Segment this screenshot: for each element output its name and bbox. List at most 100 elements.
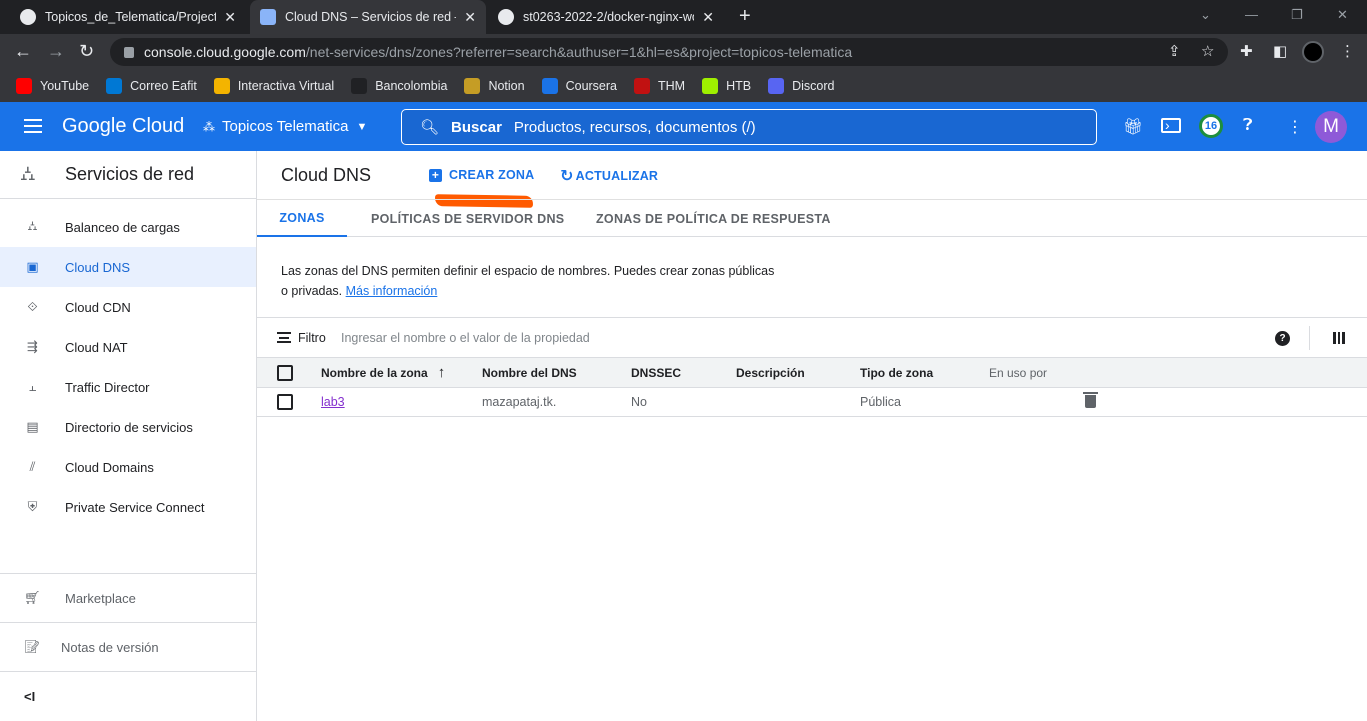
youtube-icon [16,78,32,94]
page-title: Cloud DNS [281,165,372,185]
bookmark-coursera[interactable]: Coursera [541,78,617,94]
close-tab-icon[interactable]: ✕ [464,9,476,26]
network-icon [260,9,276,25]
help-icon[interactable]: ❓︎ [1243,117,1253,135]
sidebar-item-balanceo-de-cargas[interactable]: ⛼ Balanceo de cargas [0,207,256,247]
filter-input[interactable]: Ingresar el nombre o el valor de la prop… [341,331,590,345]
tab-title: Topicos_de_Telematica/Projects/I [45,10,217,24]
minimize-icon[interactable]: — [1245,7,1258,22]
extensions-icon[interactable]: ✚ [1240,42,1253,60]
create-zone-button[interactable]: + CREAR ZONA [429,168,534,182]
github-icon [498,9,514,25]
nat-icon: ⇶ [27,339,38,354]
help-icon[interactable]: ? [1275,331,1290,346]
search-input[interactable]: 🔍︎ Buscar Productos, recursos, documento… [401,109,1097,145]
more-info-link[interactable]: Más información [346,284,438,298]
search-label: Buscar [451,118,502,136]
hamburger-menu-icon[interactable] [24,119,42,133]
sidebar-item-cloud-domains[interactable]: ⫽ Cloud Domains [0,447,256,487]
sidebar-item-marketplace[interactable]: 🛒︎ Marketplace [0,573,256,622]
sidebar-item-cloud-cdn[interactable]: ⟐ Cloud CDN [0,287,256,327]
row-checkbox[interactable] [277,388,293,416]
shield-icon: ⛨ [27,499,38,514]
tab-zones[interactable]: ZONAS [257,200,347,237]
tab-response-policy-zones[interactable]: ZONAS DE POLÍTICA DE RESPUESTA [596,200,831,237]
more-options-icon[interactable]: ⋮ [1287,117,1303,137]
reload-icon[interactable]: ↻ [79,41,94,62]
bookmark-label: Correo Eafit [130,79,197,93]
restore-icon[interactable]: ❐ [1291,7,1303,23]
column-dns-name[interactable]: Nombre del DNS [482,358,577,387]
menu-dots-icon[interactable]: ⋮ [1340,42,1355,60]
forward-icon[interactable]: → [47,41,65,62]
bookmark-youtube[interactable]: YouTube [16,78,89,94]
browser-profile-avatar[interactable] [1302,41,1324,63]
htb-icon [702,78,719,94]
cloud-shell-icon[interactable]: ›_ [1161,118,1182,133]
thm-icon [634,78,651,94]
bookmark-bancolombia[interactable]: Bancolombia [351,78,447,94]
trophy-icon [464,78,481,94]
traffic-director-icon: ⫠ [28,379,37,394]
browser-tab[interactable]: Topicos_de_Telematica/Projects/I ✕ [10,0,246,34]
sidebar-item-directorio-de-servicios[interactable]: ▤ Directorio de servicios [0,407,256,447]
create-zone-label: CREAR ZONA [449,168,535,182]
sidebar-item-private-service-connect[interactable]: ⛨ Private Service Connect [0,487,256,527]
bookmark-correo-eafit[interactable]: Correo Eafit [106,78,197,94]
address-row: ← → ↻ console.cloud.google.com /net-serv… [0,34,1367,70]
description-text: Las zonas del DNS permiten definir el es… [281,264,775,278]
sidebar-item-label: Cloud NAT [65,339,128,355]
close-tab-icon[interactable]: ✕ [224,9,236,26]
project-icon: ⁂ [203,119,215,134]
bookmark-interactiva-virtual[interactable]: Interactiva Virtual [213,78,334,94]
column-dnssec[interactable]: DNSSEC [631,358,681,387]
sidebar-item-cloud-dns[interactable]: ▣ Cloud DNS [0,247,256,287]
window-close-icon[interactable]: ✕ [1337,7,1348,23]
bookmark-discord[interactable]: Discord [768,78,834,94]
zone-name-link[interactable]: lab3 [321,388,345,416]
project-picker[interactable]: ⁂ Topicos Telematica ▼ [203,118,367,135]
sidebar-item-label: Notas de versión [61,639,159,655]
main-content: Cloud DNS + CREAR ZONA ↻ ACTUALIZAR ZONA… [257,151,1367,721]
url-bar[interactable]: console.cloud.google.com /net-services/d… [110,38,1228,66]
notes-icon: 📝︎ [24,639,41,654]
avatar[interactable]: M [1315,111,1347,143]
zone-name[interactable]: lab3 [321,395,345,409]
cart-icon: 🛒︎ [24,590,41,605]
google-cloud-logo[interactable]: Google Cloud [62,115,184,138]
close-tab-icon[interactable]: ✕ [702,9,714,26]
share-icon[interactable]: ⇪ [1168,42,1181,60]
sidebar-item-cloud-nat[interactable]: ⇶ Cloud NAT [0,327,256,367]
bookmark-thm[interactable]: THM [634,78,685,94]
sidebar-item-release-notes[interactable]: 📝︎ Notas de versión [0,622,256,671]
browser-tab[interactable]: st0263-2022-2/docker-nginx-wor ✕ [488,0,724,34]
column-display-icon[interactable] [1333,332,1345,344]
sidebar-item-traffic-director[interactable]: ⫠ Traffic Director [0,367,256,407]
tab-search-icon[interactable]: ⌄ [1200,7,1211,23]
column-description[interactable]: Descripción [736,358,805,387]
bookmark-htb[interactable]: HTB [702,78,751,94]
outlook-icon [106,78,123,94]
column-label: Nombre de la zona [321,365,428,380]
refresh-button[interactable]: ↻ ACTUALIZAR [560,166,658,186]
collapse-sidebar-button[interactable]: <I [0,671,256,721]
bookmark-star-icon[interactable]: ☆ [1201,42,1214,60]
service-directory-icon: ▤ [26,419,39,434]
delete-icon[interactable] [1083,392,1098,408]
column-zone-name[interactable]: Nombre de la zona ↑ [321,358,445,387]
column-zone-type[interactable]: Tipo de zona [860,358,933,387]
filter-label: Filtro [298,331,326,345]
gift-icon[interactable]: 🎁︎ [1123,117,1143,137]
select-all-checkbox[interactable] [277,358,293,387]
sort-ascending-icon: ↑ [437,364,446,381]
tab-dns-server-policies[interactable]: POLÍTICAS DE SERVIDOR DNS [371,200,564,237]
notifications-badge[interactable]: 16 [1199,114,1223,138]
url-host: console.cloud.google.com [144,44,306,60]
side-panel-icon[interactable]: ◧ [1273,42,1287,60]
new-tab-button[interactable]: + [739,5,751,28]
discord-icon [768,78,785,94]
dns-icon: ▣ [26,259,39,274]
bookmark-notion[interactable]: Notion [464,78,525,94]
browser-tab-active[interactable]: Cloud DNS – Servicios de red – To ✕ [250,0,486,34]
back-icon[interactable]: ← [14,41,32,62]
